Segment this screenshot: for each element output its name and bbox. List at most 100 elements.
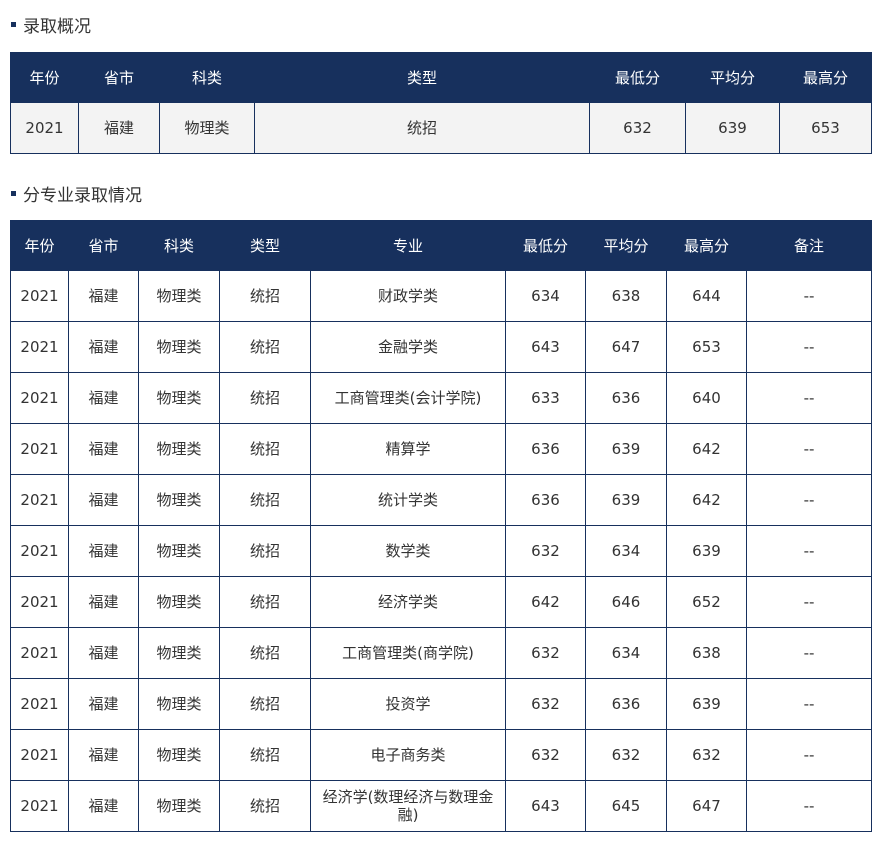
cell-year: 2021 bbox=[10, 423, 69, 475]
table-header-row: 年份 省市 科类 类型 最低分 平均分 最高分 bbox=[10, 52, 872, 103]
admission-overview-table: 年份 省市 科类 类型 最低分 平均分 最高分 2021 福建 物理类 统招 6… bbox=[10, 52, 872, 154]
cell-subject: 物理类 bbox=[138, 321, 220, 373]
cell-subject: 物理类 bbox=[138, 678, 220, 730]
cell-min-score: 633 bbox=[505, 372, 586, 424]
cell-subject: 物理类 bbox=[138, 780, 220, 832]
cell-major: 经济学类 bbox=[310, 576, 506, 628]
cell-type: 统招 bbox=[219, 627, 311, 679]
cell-type: 统招 bbox=[219, 270, 311, 322]
cell-avg-score: 634 bbox=[585, 627, 667, 679]
table-row: 2021 福建 物理类 统招 投资学 632 636 639 -- bbox=[10, 678, 872, 730]
cell-remark: -- bbox=[746, 729, 872, 781]
cell-remark: -- bbox=[746, 627, 872, 679]
table-row: 2021 福建 物理类 统招 财政学类 634 638 644 -- bbox=[10, 270, 872, 322]
cell-remark: -- bbox=[746, 423, 872, 475]
bullet-icon bbox=[11, 190, 16, 196]
cell-province: 福建 bbox=[68, 576, 139, 628]
cell-major: 投资学 bbox=[310, 678, 506, 730]
cell-avg-score: 634 bbox=[585, 525, 667, 577]
cell-max-score: 653 bbox=[779, 102, 872, 154]
cell-min-score: 632 bbox=[505, 678, 586, 730]
cell-subject: 物理类 bbox=[138, 423, 220, 475]
cell-type: 统招 bbox=[219, 423, 311, 475]
cell-avg-score: 636 bbox=[585, 372, 667, 424]
cell-subject: 物理类 bbox=[159, 102, 255, 154]
cell-province: 福建 bbox=[68, 525, 139, 577]
cell-min-score: 632 bbox=[505, 525, 586, 577]
cell-subject: 物理类 bbox=[138, 729, 220, 781]
cell-max-score: 640 bbox=[666, 372, 747, 424]
cell-major: 统计学类 bbox=[310, 474, 506, 526]
cell-type: 统招 bbox=[219, 525, 311, 577]
table-row: 2021 福建 物理类 统招 工商管理类(商学院) 632 634 638 -- bbox=[10, 627, 872, 679]
cell-avg-score: 647 bbox=[585, 321, 667, 373]
header-province: 省市 bbox=[78, 52, 160, 103]
cell-year: 2021 bbox=[10, 729, 69, 781]
cell-major: 财政学类 bbox=[310, 270, 506, 322]
cell-type: 统招 bbox=[219, 678, 311, 730]
cell-province: 福建 bbox=[68, 729, 139, 781]
header-avg-score: 平均分 bbox=[585, 220, 667, 271]
cell-year: 2021 bbox=[10, 372, 69, 424]
cell-type: 统招 bbox=[219, 321, 311, 373]
cell-avg-score: 632 bbox=[585, 729, 667, 781]
cell-min-score: 643 bbox=[505, 321, 586, 373]
cell-province: 福建 bbox=[78, 102, 160, 154]
cell-max-score: 652 bbox=[666, 576, 747, 628]
cell-max-score: 653 bbox=[666, 321, 747, 373]
cell-remark: -- bbox=[746, 525, 872, 577]
cell-min-score: 632 bbox=[505, 729, 586, 781]
cell-year: 2021 bbox=[10, 576, 69, 628]
section-title-majors: 分专业录取情况 bbox=[11, 181, 142, 206]
cell-max-score: 638 bbox=[666, 627, 747, 679]
cell-avg-score: 639 bbox=[585, 423, 667, 475]
cell-max-score: 644 bbox=[666, 270, 747, 322]
cell-subject: 物理类 bbox=[138, 576, 220, 628]
cell-min-score: 643 bbox=[505, 780, 586, 832]
cell-province: 福建 bbox=[68, 423, 139, 475]
header-type: 类型 bbox=[219, 220, 311, 271]
cell-major: 精算学 bbox=[310, 423, 506, 475]
cell-province: 福建 bbox=[68, 270, 139, 322]
cell-major: 工商管理类(商学院) bbox=[310, 627, 506, 679]
cell-year: 2021 bbox=[10, 270, 69, 322]
cell-year: 2021 bbox=[10, 525, 69, 577]
header-subject: 科类 bbox=[159, 52, 255, 103]
header-remark: 备注 bbox=[746, 220, 872, 271]
cell-year: 2021 bbox=[10, 321, 69, 373]
header-max-score: 最高分 bbox=[779, 52, 872, 103]
cell-max-score: 639 bbox=[666, 678, 747, 730]
table-row: 2021 福建 物理类 统招 统计学类 636 639 642 -- bbox=[10, 474, 872, 526]
table-row: 2021 福建 物理类 统招 632 639 653 bbox=[10, 102, 872, 154]
table-row: 2021 福建 物理类 统招 经济学类 642 646 652 -- bbox=[10, 576, 872, 628]
header-max-score: 最高分 bbox=[666, 220, 747, 271]
cell-remark: -- bbox=[746, 321, 872, 373]
cell-type: 统招 bbox=[219, 576, 311, 628]
cell-min-score: 636 bbox=[505, 474, 586, 526]
cell-subject: 物理类 bbox=[138, 627, 220, 679]
cell-min-score: 642 bbox=[505, 576, 586, 628]
table-row: 2021 福建 物理类 统招 经济学(数理经济与数理金融) 643 645 64… bbox=[10, 780, 872, 832]
section-title-overview: 录取概况 bbox=[11, 12, 91, 37]
cell-major: 经济学(数理经济与数理金融) bbox=[310, 780, 506, 832]
cell-subject: 物理类 bbox=[138, 270, 220, 322]
cell-remark: -- bbox=[746, 780, 872, 832]
cell-province: 福建 bbox=[68, 321, 139, 373]
section-title-text: 分专业录取情况 bbox=[23, 185, 142, 206]
cell-avg-score: 646 bbox=[585, 576, 667, 628]
table-header-row: 年份 省市 科类 类型 专业 最低分 平均分 最高分 备注 bbox=[10, 220, 872, 271]
cell-major: 数学类 bbox=[310, 525, 506, 577]
cell-avg-score: 639 bbox=[685, 102, 780, 154]
header-type: 类型 bbox=[254, 52, 590, 103]
cell-type: 统招 bbox=[219, 474, 311, 526]
cell-type: 统招 bbox=[219, 372, 311, 424]
cell-province: 福建 bbox=[68, 678, 139, 730]
cell-avg-score: 645 bbox=[585, 780, 667, 832]
cell-province: 福建 bbox=[68, 627, 139, 679]
cell-min-score: 634 bbox=[505, 270, 586, 322]
table-row: 2021 福建 物理类 统招 电子商务类 632 632 632 -- bbox=[10, 729, 872, 781]
cell-year: 2021 bbox=[10, 102, 79, 154]
header-year: 年份 bbox=[10, 220, 69, 271]
cell-max-score: 639 bbox=[666, 525, 747, 577]
bullet-icon bbox=[11, 21, 16, 27]
